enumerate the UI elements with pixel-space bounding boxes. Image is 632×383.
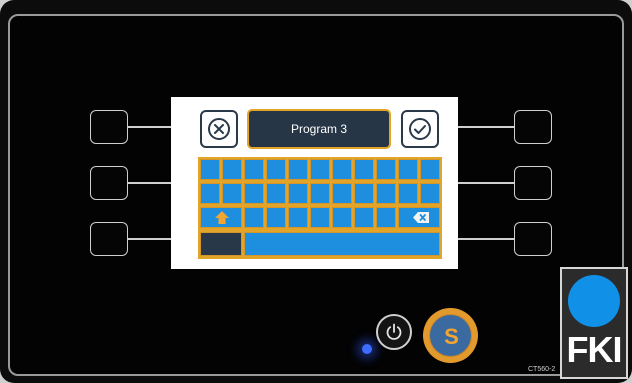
key[interactable] — [200, 159, 220, 180]
device-panel: Program 3 S CT560-2 FKI — [0, 0, 632, 383]
key[interactable] — [310, 183, 330, 204]
key[interactable] — [222, 183, 242, 204]
mode-key[interactable] — [200, 232, 242, 256]
softkey-line-right-2 — [458, 182, 514, 184]
key[interactable] — [332, 207, 352, 228]
key[interactable] — [244, 183, 264, 204]
space-key[interactable] — [244, 232, 440, 256]
power-button[interactable] — [376, 314, 412, 350]
softkey-right-2[interactable] — [514, 166, 552, 200]
start-button[interactable]: S — [423, 308, 478, 363]
softkey-left-3[interactable] — [90, 222, 128, 256]
key[interactable] — [420, 183, 440, 204]
softkey-line-left-3 — [128, 238, 171, 240]
key[interactable] — [244, 159, 264, 180]
key[interactable] — [376, 183, 396, 204]
check-circle-icon — [409, 118, 431, 140]
key[interactable] — [354, 159, 374, 180]
program-name-field[interactable]: Program 3 — [247, 109, 391, 149]
power-icon — [386, 323, 402, 340]
start-button-face: S — [429, 314, 472, 357]
key[interactable] — [376, 159, 396, 180]
cancel-button[interactable] — [200, 110, 238, 148]
softkey-right-3[interactable] — [514, 222, 552, 256]
key[interactable] — [376, 207, 396, 228]
key[interactable] — [266, 159, 286, 180]
backspace-key[interactable] — [398, 207, 440, 228]
key[interactable] — [310, 159, 330, 180]
key[interactable] — [398, 183, 418, 204]
key[interactable] — [244, 207, 264, 228]
key[interactable] — [266, 183, 286, 204]
status-led — [362, 344, 372, 354]
key[interactable] — [222, 159, 242, 180]
logo-circle — [568, 275, 620, 327]
program-name-text: Program 3 — [290, 122, 348, 136]
key[interactable] — [354, 207, 374, 228]
key[interactable] — [420, 159, 440, 180]
key[interactable] — [288, 159, 308, 180]
softkey-left-2[interactable] — [90, 166, 128, 200]
backspace-icon — [413, 212, 429, 223]
key[interactable] — [288, 207, 308, 228]
softkey-line-left-2 — [128, 182, 171, 184]
key[interactable] — [288, 183, 308, 204]
confirm-button[interactable] — [401, 110, 439, 148]
key[interactable] — [332, 183, 352, 204]
logo-text: FKI — [566, 329, 623, 370]
softkey-line-right-3 — [458, 238, 514, 240]
arrow-up-icon — [215, 211, 229, 224]
key[interactable] — [354, 183, 374, 204]
model-number: CT560-2 — [528, 366, 556, 373]
brand-logo: FKI — [560, 267, 628, 379]
key[interactable] — [310, 207, 330, 228]
softkey-line-left-1 — [128, 126, 171, 128]
shift-key[interactable] — [200, 207, 242, 228]
softkey-left-1[interactable] — [90, 110, 128, 144]
on-screen-keyboard — [198, 157, 442, 259]
key[interactable] — [200, 183, 220, 204]
close-circle-icon — [208, 118, 230, 140]
start-button-label: S — [444, 324, 459, 349]
key[interactable] — [266, 207, 286, 228]
softkey-line-right-1 — [458, 126, 514, 128]
softkey-right-1[interactable] — [514, 110, 552, 144]
key[interactable] — [332, 159, 352, 180]
key[interactable] — [398, 159, 418, 180]
lcd-screen: Program 3 — [171, 97, 458, 269]
